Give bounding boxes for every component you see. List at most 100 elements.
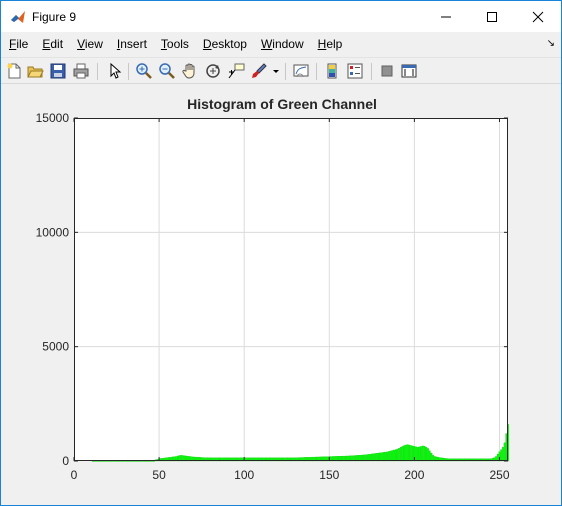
- colorbar-icon[interactable]: [323, 62, 341, 80]
- histogram-bar: [423, 445, 426, 462]
- histogram-bar: [415, 446, 417, 462]
- x-tick-label: 50: [152, 468, 166, 482]
- x-tick-labels: 0 50 100 150 200 250: [71, 468, 510, 482]
- menu-insert[interactable]: Insert: [110, 32, 154, 57]
- menu-insert-label: nsert: [120, 37, 147, 51]
- menu-edit-label: dit: [50, 37, 64, 51]
- menu-view-label: iew: [84, 37, 103, 51]
- open-file-icon[interactable]: [26, 62, 44, 80]
- menu-desktop-accel: D: [202, 37, 212, 51]
- matlab-logo-icon: [11, 10, 25, 23]
- data-cursor-icon[interactable]: [227, 62, 245, 80]
- pan-hand-icon[interactable]: [181, 62, 199, 80]
- x-tick-label: 250: [489, 468, 509, 482]
- histogram-bar: [398, 448, 400, 462]
- new-figure-icon[interactable]: [5, 62, 23, 80]
- x-tick-label: 100: [234, 468, 254, 482]
- histogram-bar: [405, 444, 407, 462]
- chart-title: Histogram of Green Channel: [187, 96, 377, 112]
- histogram-bar: [382, 452, 385, 462]
- maximize-icon: [487, 11, 497, 22]
- histogram-bar: [403, 445, 406, 462]
- menu-file[interactable]: File: [2, 32, 35, 57]
- close-button[interactable]: [515, 1, 561, 32]
- histogram-bar: [389, 450, 392, 462]
- menu-help-accel: H: [317, 37, 327, 51]
- minimize-button[interactable]: [423, 1, 469, 32]
- toolbar-separator: [128, 63, 129, 80]
- histogram-bar: [427, 448, 429, 462]
- histogram-bar: [372, 453, 375, 462]
- histogram-bar: [399, 447, 402, 462]
- zoom-out-icon[interactable]: [158, 62, 176, 80]
- histogram-bar: [391, 450, 394, 462]
- histogram-bar: [379, 452, 382, 462]
- histogram-bar: [503, 442, 506, 462]
- toolbar-separator: [97, 63, 98, 80]
- histogram-bar: [505, 433, 508, 462]
- y-tick-label: 5000: [42, 340, 69, 354]
- brush-dropdown-icon[interactable]: [271, 62, 281, 80]
- histogram-bar: [410, 445, 412, 462]
- menu-help[interactable]: Help: [311, 32, 350, 57]
- save-icon[interactable]: [49, 62, 67, 80]
- histogram-bar: [388, 451, 390, 462]
- histogram-bar: [386, 451, 388, 462]
- menu-window-label: indow: [272, 37, 304, 51]
- menu-view[interactable]: View: [70, 32, 110, 57]
- menu-view-accel: V: [77, 37, 85, 51]
- histogram-bar: [500, 449, 503, 462]
- hide-plot-tools-icon[interactable]: [378, 62, 396, 80]
- histogram-bar: [411, 445, 414, 462]
- menu-window[interactable]: Window: [254, 32, 311, 57]
- toolbar-separator: [316, 63, 317, 80]
- histogram-bar: [430, 452, 433, 462]
- minimize-icon: [441, 16, 451, 17]
- x-tick-label: 0: [71, 468, 78, 482]
- menu-window-accel: W: [260, 37, 273, 51]
- histogram-bar: [393, 449, 395, 462]
- menu-edit[interactable]: Edit: [35, 32, 70, 57]
- y-tick-label: 10000: [36, 225, 70, 239]
- histogram-bar: [381, 452, 383, 462]
- menu-help-label: elp: [326, 37, 343, 51]
- link-plot-icon[interactable]: [292, 62, 310, 80]
- histogram-bar: [384, 451, 387, 462]
- print-icon[interactable]: [72, 62, 90, 80]
- histogram-bar: [416, 447, 419, 462]
- menu-tools[interactable]: Tools: [154, 32, 196, 57]
- toolbar-separator: [285, 63, 286, 80]
- y-tick-label: 15000: [36, 111, 70, 125]
- rotate-3d-icon[interactable]: [204, 62, 222, 80]
- histogram-bar: [394, 449, 397, 462]
- histogram-bar: [369, 453, 371, 462]
- maximize-button[interactable]: [469, 1, 515, 32]
- figure-canvas: 0 50 100 150 200 250 0 5000 10000 15000 Histogra…: [1, 85, 561, 505]
- window-title: Figure 9: [32, 9, 77, 24]
- menu-desktop[interactable]: Desktop: [196, 32, 254, 57]
- menu-file-label: ile: [16, 37, 29, 51]
- histogram-bar: [396, 448, 399, 462]
- dock-arrow-icon[interactable]: ↘: [547, 38, 555, 49]
- legend-icon[interactable]: [346, 62, 364, 80]
- histogram-bar: [377, 452, 380, 462]
- edit-plot-arrow-icon[interactable]: [105, 62, 123, 80]
- histogram-bar: [401, 446, 404, 462]
- brush-icon[interactable]: [250, 62, 268, 80]
- axes-background: [74, 118, 508, 461]
- toolbar-separator: [371, 63, 372, 80]
- zoom-in-icon[interactable]: [135, 62, 153, 80]
- figure-toolbar: [1, 57, 561, 84]
- figure-window: Figure 9 File Edit View Insert Tools Des…: [0, 0, 562, 506]
- menu-desktop-label: esktop: [211, 37, 247, 51]
- title-bar: Figure 9: [1, 1, 561, 32]
- y-tick-labels: 0 5000 10000 15000: [36, 111, 70, 468]
- histogram-plot[interactable]: 0 50 100 150 200 250 0 5000 10000 15000 Histogra…: [1, 85, 561, 505]
- histogram-bar: [371, 453, 373, 462]
- y-tick-label: 0: [62, 454, 69, 468]
- x-tick-label: 200: [404, 468, 424, 482]
- show-plot-tools-icon[interactable]: [400, 62, 418, 80]
- histogram-bar: [420, 446, 423, 462]
- histogram-bar: [422, 445, 424, 462]
- histogram-bar: [425, 447, 428, 462]
